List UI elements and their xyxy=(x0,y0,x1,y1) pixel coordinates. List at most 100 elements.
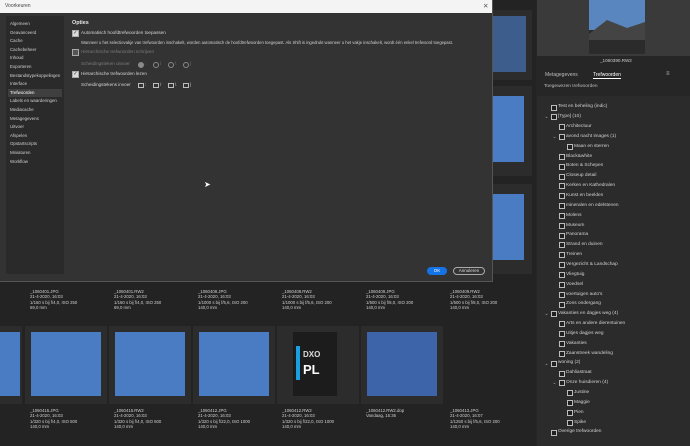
nav-item-interface[interactable]: Interface xyxy=(8,80,62,88)
nav-item-cache[interactable]: Cache xyxy=(8,37,62,45)
sep_in-cb-2[interactable] xyxy=(168,82,174,89)
thumb-image xyxy=(115,332,185,396)
keyword-label: voertuigen auto's xyxy=(566,291,603,297)
keyword-checkbox[interactable] xyxy=(567,400,573,407)
nav-item-mediacache[interactable]: Mediacache xyxy=(8,106,62,114)
thumb-cell[interactable] xyxy=(109,326,191,404)
keyword-checkbox[interactable] xyxy=(559,281,565,288)
keyword-row[interactable]: Overige trefwoorden xyxy=(536,427,690,438)
keyword-checkbox[interactable] xyxy=(559,124,565,131)
keyword-checkbox[interactable] xyxy=(559,301,565,308)
nav-item-geavanceerd[interactable]: Geavanceerd xyxy=(8,29,62,37)
nav-item-miniaturen[interactable]: Miniaturen xyxy=(8,149,62,157)
nav-item-cachebeheer[interactable]: Cachebeheer xyxy=(8,46,62,54)
keyword-checkbox[interactable] xyxy=(559,340,565,347)
menu-icon[interactable]: ≡ xyxy=(666,71,670,77)
keyword-label: Maggie xyxy=(574,399,590,405)
sep_out-radio-2[interactable] xyxy=(168,61,174,68)
sep_in-cb-1[interactable] xyxy=(153,82,159,89)
nav-item-uitvoer[interactable]: Uitvoer xyxy=(8,123,62,131)
thumb-image xyxy=(0,332,20,396)
cancel-button[interactable]: Annuleren xyxy=(453,267,485,275)
nav-item-metagegevens[interactable]: Metagegevens xyxy=(8,115,62,123)
keyword-checkbox[interactable] xyxy=(559,370,565,377)
keyword-checkbox[interactable] xyxy=(559,331,565,338)
thumb-cell[interactable] xyxy=(25,326,107,404)
chevron-down-icon[interactable]: ⌄ xyxy=(552,380,557,386)
keyword-checkbox[interactable] xyxy=(551,429,557,436)
keyword-checkbox[interactable] xyxy=(559,163,565,170)
chevron-down-icon[interactable]: ⌄ xyxy=(544,311,549,317)
thumb-cell[interactable] xyxy=(193,326,275,404)
keyword-checkbox[interactable] xyxy=(559,153,565,160)
hier-write-checkbox[interactable] xyxy=(72,49,79,56)
keyword-label: Pien xyxy=(574,409,584,415)
nav-item-labels-en-waarderingen[interactable]: Labels en waarderingen xyxy=(8,97,62,105)
thumb-metadata: _1060412.RW2 21-4-2020, 16:03 1/320 s bij … xyxy=(282,408,334,430)
keyword-checkbox[interactable] xyxy=(559,380,565,387)
keyword-checkbox[interactable] xyxy=(559,291,565,298)
keyword-label: mineralen en edelstenen xyxy=(566,202,619,208)
keyword-checkbox[interactable] xyxy=(559,350,565,357)
keyword-checkbox[interactable] xyxy=(567,419,573,426)
keyword-checkbox[interactable] xyxy=(559,193,565,200)
keyword-checkbox[interactable] xyxy=(567,390,573,397)
chevron-down-icon[interactable]: ⌄ xyxy=(544,361,549,367)
keyword-checkbox[interactable] xyxy=(551,311,557,318)
keyword-checkbox[interactable] xyxy=(559,252,565,259)
sep_out-radio-0[interactable] xyxy=(138,61,144,68)
thumb-cell[interactable] xyxy=(361,326,443,404)
keyword-checkbox[interactable] xyxy=(559,262,565,269)
thumb-focal: 140,0 mm xyxy=(282,305,302,311)
nav-item-afspelen[interactable]: Afspelen xyxy=(8,132,62,140)
keyword-checkbox[interactable] xyxy=(551,104,557,111)
tab-metadata[interactable]: Metagegevens xyxy=(545,72,578,78)
nav-item-opstartscripts[interactable]: Opstartscripts xyxy=(8,140,62,148)
tab-keywords[interactable]: Trefwoorden xyxy=(593,72,621,79)
keyword-checkbox[interactable] xyxy=(559,203,565,210)
keyword-checkbox[interactable] xyxy=(559,134,565,141)
sep_in-cb-0[interactable] xyxy=(138,82,144,89)
thumb-cell[interactable]: DXO PL xyxy=(277,326,359,404)
auto-parent-label: Automatisch hoofdtrefwoorden toepassen xyxy=(81,30,166,35)
nav-item-inhoud[interactable]: Inhoud xyxy=(8,54,62,62)
keyword-label: Vliegtuig xyxy=(566,271,585,277)
keyword-checkbox[interactable] xyxy=(567,409,573,416)
nav-item-workflow[interactable]: Workflow xyxy=(8,158,62,166)
keyword-label: Voedsel xyxy=(566,281,584,287)
keyword-label: Maan en sterren xyxy=(574,143,609,149)
preferences-dialog: Voorkeuren ✕ Algemeen Geavanceerd Cache Cac… xyxy=(0,0,493,282)
thumb-cell[interactable] xyxy=(0,326,22,404)
chevron-down-icon[interactable]: ⌄ xyxy=(544,114,549,120)
chevron-down-icon[interactable]: ⌄ xyxy=(552,134,557,140)
sep_in-cb-3[interactable] xyxy=(183,82,189,89)
sep_out-radio-1[interactable] xyxy=(153,61,159,68)
keyword-checkbox[interactable] xyxy=(559,183,565,190)
close-icon[interactable]: ✕ xyxy=(483,2,488,10)
thumb-metadata: _1060412.JPG 21-4-2020, 16:03 1/320 s bij … xyxy=(198,408,250,430)
keyword-checkbox[interactable] xyxy=(559,272,565,279)
keyword-checkbox[interactable] xyxy=(559,242,565,249)
keyword-checkbox[interactable] xyxy=(551,114,557,121)
keyword-checkbox[interactable] xyxy=(559,212,565,219)
sep_out-radio-3[interactable] xyxy=(183,61,189,68)
sep_out-label-1: / xyxy=(160,61,162,66)
keyword-checkbox[interactable] xyxy=(567,143,573,150)
nav-item-bestandstypekoppelingen[interactable]: Bestandstypekoppelingen xyxy=(8,72,62,80)
keyword-checkbox[interactable] xyxy=(559,321,565,328)
auto-parent-description: Wanneer u het selectievakje van trefwoor… xyxy=(81,40,454,45)
nav-item-algemeen[interactable]: Algemeen xyxy=(8,20,62,28)
hier-read-checkbox[interactable] xyxy=(72,71,79,78)
nav-item-exporteren[interactable]: Exporteren xyxy=(8,63,62,71)
keyword-checkbox[interactable] xyxy=(559,232,565,239)
ok-button[interactable]: OK xyxy=(427,267,447,275)
keyword-checkbox[interactable] xyxy=(551,360,557,367)
keyword-label: Black&white xyxy=(566,153,593,159)
keyword-checkbox[interactable] xyxy=(559,222,565,229)
keyword-checkbox[interactable] xyxy=(559,173,565,180)
nav-item-trefwoorden[interactable]: Trefwoorden xyxy=(8,88,62,97)
auto-parent-checkbox[interactable] xyxy=(72,30,79,37)
mouse-cursor-icon: ➤ xyxy=(204,180,211,189)
thumb-focal: 140,0 mm xyxy=(198,305,218,311)
sep_out-label-3: | xyxy=(190,61,192,66)
